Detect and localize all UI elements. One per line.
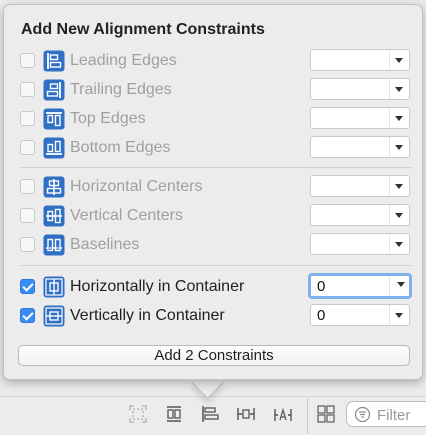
combo-value: 0 [317,307,326,324]
leading-edges-icon [43,50,65,72]
chevron-down-icon [395,313,403,318]
checkbox-horizontally-in-container[interactable] [20,279,35,294]
checkbox-baselines[interactable] [20,237,35,252]
pin-icon[interactable] [236,404,256,424]
label-bottom-edges: Bottom Edges [70,139,171,156]
checkbox-leading-edges[interactable] [20,53,35,68]
label-vertical-centers: Vertical Centers [70,207,183,224]
combo-baselines[interactable] [310,233,410,255]
row-bottom-edges: Bottom Edges [4,136,422,160]
horizontal-centers-icon [43,176,65,198]
checkbox-bottom-edges[interactable] [20,140,35,155]
horizontally-in-container-icon [43,276,65,298]
row-leading-edges: Leading Edges [4,49,422,73]
bottom-edges-icon [43,137,65,159]
vertical-centers-icon [43,205,65,227]
chevron-down-icon [395,116,403,121]
resolve-auto-layout-icon[interactable] [273,404,293,424]
row-horizontal-centers: Horizontal Centers [4,175,422,199]
label-trailing-edges: Trailing Edges [70,81,172,98]
checkbox-trailing-edges[interactable] [20,82,35,97]
baselines-icon [43,234,65,256]
label-vertically-in-container: Vertically in Container [70,307,225,324]
add-constraints-button[interactable]: Add 2 Constraints [18,345,410,366]
section-divider [21,167,411,168]
chevron-down-icon [395,242,403,247]
section-divider [21,265,411,266]
chevron-down-icon [395,145,403,150]
row-trailing-edges: Trailing Edges [4,78,422,102]
toolbar-divider [307,398,308,434]
combo-value: 0 [317,278,326,295]
combo-top-edges[interactable] [310,107,410,129]
combo-horizontally-in-container[interactable]: 0 [308,273,412,299]
checkbox-horizontal-centers[interactable] [20,179,35,194]
filter-field[interactable]: Filter [346,401,426,427]
filter-icon [354,406,371,423]
checkbox-vertically-in-container[interactable] [20,308,35,323]
row-horizontally-in-container: Horizontally in Container 0 [4,273,422,299]
row-top-edges: Top Edges [4,107,422,131]
combo-leading-edges[interactable] [310,49,410,71]
combo-bottom-edges[interactable] [310,136,410,158]
alignment-popover: Add New Alignment Constraints Leading Ed… [3,4,423,380]
top-edges-icon [43,108,65,130]
filter-placeholder: Filter [377,407,411,424]
update-frames-icon[interactable] [128,404,148,424]
align-icon[interactable] [200,404,220,424]
checkbox-top-edges[interactable] [20,111,35,126]
trailing-edges-icon [43,79,65,101]
chevron-down-icon [395,58,403,63]
combo-vertical-centers[interactable] [310,204,410,226]
label-leading-edges: Leading Edges [70,52,177,69]
combo-trailing-edges[interactable] [310,78,410,100]
vertically-in-container-icon [43,305,65,327]
label-baselines: Baselines [70,236,140,253]
stack-icon[interactable] [164,404,184,424]
label-horizontal-centers: Horizontal Centers [70,178,203,195]
chevron-down-icon [395,87,403,92]
row-vertically-in-container: Vertically in Container 0 [4,304,422,328]
row-vertical-centers: Vertical Centers [4,204,422,228]
chevron-down-icon [395,184,403,189]
label-horizontally-in-container: Horizontally in Container [70,278,245,295]
chevron-down-icon [397,282,405,287]
combo-vertically-in-container[interactable]: 0 [310,304,410,326]
chevron-down-icon [395,213,403,218]
grid-icon[interactable] [316,404,336,424]
label-top-edges: Top Edges [70,110,146,127]
checkbox-vertical-centers[interactable] [20,208,35,223]
row-baselines: Baselines [4,233,422,257]
combo-horizontal-centers[interactable] [310,175,410,197]
popover-title: Add New Alignment Constraints [21,21,265,38]
